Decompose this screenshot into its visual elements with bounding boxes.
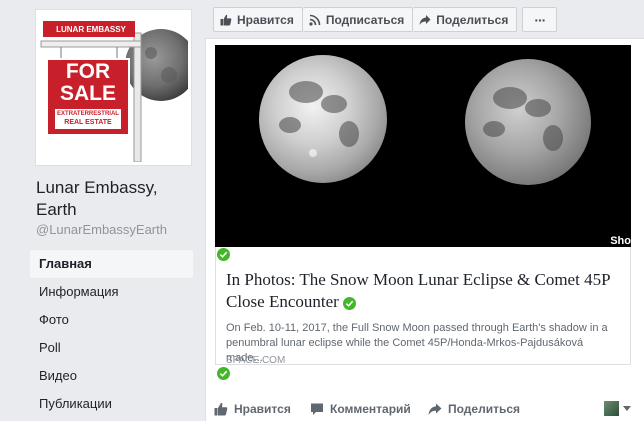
page-nav: Главная Информация Фото Poll Видео Публи… bbox=[30, 250, 193, 418]
comment-icon bbox=[311, 403, 323, 415]
page-handle[interactable]: @LunarEmbassyEarth bbox=[36, 222, 167, 237]
link-title-text: In Photos: The Snow Moon Lunar Eclipse &… bbox=[226, 270, 610, 311]
post-like-label: Нравится bbox=[234, 401, 291, 416]
share-arrow-icon bbox=[428, 403, 442, 415]
thumbs-up-icon bbox=[220, 14, 232, 25]
sign-for-text: FOR bbox=[65, 60, 111, 83]
share-arrow-icon bbox=[419, 14, 431, 25]
nav-item-home[interactable]: Главная bbox=[30, 250, 193, 278]
eclipsed-moon-image bbox=[465, 59, 591, 185]
full-moon-image bbox=[259, 55, 387, 183]
link-description: On Feb. 10-11, 2017, the Full Snow Moon … bbox=[226, 322, 608, 364]
rss-icon bbox=[309, 14, 321, 26]
nav-item-info[interactable]: Информация bbox=[30, 278, 193, 306]
verified-check-icon bbox=[343, 297, 357, 310]
nav-item-posts[interactable]: Публикации bbox=[30, 390, 193, 418]
like-page-button[interactable]: Нравится bbox=[213, 7, 303, 32]
post-share-button[interactable]: Поделиться bbox=[428, 395, 520, 421]
post-like-button[interactable]: Нравится bbox=[214, 395, 291, 421]
verified-check-icon bbox=[217, 367, 230, 380]
comment-label: Комментарий bbox=[330, 401, 411, 416]
photo-watermark: Sho bbox=[610, 235, 631, 247]
sign-top-text: LUNAR EMBASSY bbox=[56, 25, 126, 34]
like-page-label: Нравится bbox=[237, 12, 294, 27]
nav-item-poll[interactable]: Poll bbox=[30, 334, 193, 362]
nav-item-photos[interactable]: Фото bbox=[30, 306, 193, 334]
sign-sale-text: SALE bbox=[59, 82, 116, 105]
thumbs-up-icon bbox=[214, 402, 228, 415]
link-domain: SPACE.COM bbox=[226, 355, 286, 366]
share-page-button[interactable]: Поделиться bbox=[413, 7, 518, 32]
commenter-avatar[interactable] bbox=[604, 401, 619, 416]
post-footer: Нравится Комментарий Поделиться bbox=[206, 395, 644, 421]
profile-image: LUNAR EMBASSY FOR SALE EXTRATERRESTRIAL … bbox=[39, 13, 188, 162]
post-card: Sho In Photos: The Snow Moon Lunar Eclip… bbox=[205, 38, 644, 421]
page-action-bar: Нравится Подписаться Поделиться ··· bbox=[213, 7, 558, 32]
sign-extraterrestrial-text: EXTRATERRESTRIAL bbox=[57, 111, 119, 117]
post-share-label: Поделиться bbox=[448, 401, 521, 416]
comment-button[interactable]: Комментарий bbox=[310, 395, 411, 421]
subscribe-button[interactable]: Подписаться bbox=[302, 7, 414, 32]
share-page-label: Поделиться bbox=[436, 12, 509, 27]
more-options-icon: ··· bbox=[534, 11, 546, 28]
chevron-down-icon[interactable] bbox=[623, 406, 631, 411]
profile-picture[interactable]: LUNAR EMBASSY FOR SALE EXTRATERRESTRIAL … bbox=[35, 9, 192, 166]
page-name[interactable]: Lunar Embassy, Earth bbox=[36, 177, 201, 221]
nav-item-videos[interactable]: Видео bbox=[30, 362, 193, 390]
more-options-button[interactable]: ··· bbox=[522, 7, 558, 32]
left-sidebar: LUNAR EMBASSY FOR SALE EXTRATERRESTRIAL … bbox=[0, 0, 205, 421]
post-photo[interactable]: Sho bbox=[215, 45, 631, 247]
subscribe-label: Подписаться bbox=[325, 12, 405, 27]
link-title[interactable]: In Photos: The Snow Moon Lunar Eclipse &… bbox=[226, 269, 626, 313]
sign-real-estate-text: REAL ESTATE bbox=[64, 119, 112, 126]
link-preview[interactable]: In Photos: The Snow Moon Lunar Eclipse &… bbox=[215, 247, 631, 366]
